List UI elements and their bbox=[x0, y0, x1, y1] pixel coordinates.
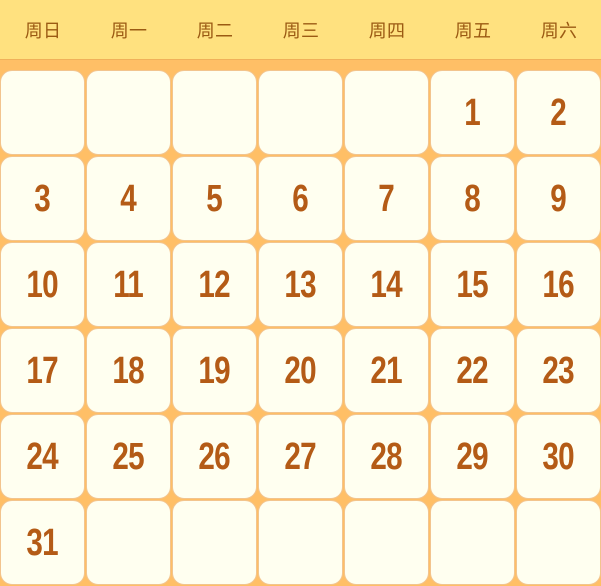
day-cell[interactable]: 24 bbox=[0, 414, 85, 499]
day-number: 23 bbox=[542, 349, 575, 392]
day-number: 13 bbox=[284, 263, 317, 306]
day-cell[interactable]: 3 bbox=[0, 156, 85, 241]
day-cell[interactable]: 28 bbox=[344, 414, 429, 499]
day-cell[interactable]: 26 bbox=[172, 414, 257, 499]
day-cell[interactable]: 11 bbox=[86, 242, 171, 327]
day-number: 17 bbox=[26, 349, 59, 392]
day-cell-empty[interactable] bbox=[344, 70, 429, 155]
day-cell[interactable]: 29 bbox=[430, 414, 515, 499]
day-cell[interactable]: 14 bbox=[344, 242, 429, 327]
day-number: 28 bbox=[370, 435, 403, 478]
day-cell[interactable]: 23 bbox=[516, 328, 601, 413]
day-number: 22 bbox=[456, 349, 489, 392]
weekday-sunday: 周日 bbox=[24, 20, 62, 42]
day-cell[interactable]: 19 bbox=[172, 328, 257, 413]
day-cell-empty[interactable] bbox=[258, 500, 343, 585]
day-number: 8 bbox=[464, 177, 481, 220]
day-cell[interactable]: 1 bbox=[430, 70, 515, 155]
day-cell-empty[interactable] bbox=[516, 500, 601, 585]
day-cell[interactable]: 6 bbox=[258, 156, 343, 241]
day-number: 14 bbox=[370, 263, 403, 306]
date-grid: 1 2 3 4 5 6 7 8 9 10 11 12 13 14 15 16 1… bbox=[0, 70, 601, 586]
weekday-header: 周日 周一 周二 周三 周四 周五 周六 bbox=[0, 0, 601, 60]
weekday-monday: 周一 bbox=[110, 20, 148, 42]
day-number: 6 bbox=[292, 177, 309, 220]
day-cell-empty[interactable] bbox=[344, 500, 429, 585]
day-number: 3 bbox=[34, 177, 51, 220]
day-cell[interactable]: 2 bbox=[516, 70, 601, 155]
day-cell-empty[interactable] bbox=[86, 500, 171, 585]
day-number: 12 bbox=[198, 263, 231, 306]
day-cell[interactable]: 27 bbox=[258, 414, 343, 499]
weekday-wednesday: 周三 bbox=[282, 20, 320, 42]
day-cell-empty[interactable] bbox=[172, 70, 257, 155]
day-cell[interactable]: 16 bbox=[516, 242, 601, 327]
day-number: 2 bbox=[550, 91, 567, 134]
day-number: 7 bbox=[378, 177, 395, 220]
weekday-saturday: 周六 bbox=[540, 20, 578, 42]
day-number: 31 bbox=[26, 521, 59, 564]
weekday-friday: 周五 bbox=[454, 20, 492, 42]
day-cell[interactable]: 8 bbox=[430, 156, 515, 241]
day-number: 24 bbox=[26, 435, 59, 478]
day-cell[interactable]: 4 bbox=[86, 156, 171, 241]
day-number: 9 bbox=[550, 177, 567, 220]
day-cell[interactable]: 7 bbox=[344, 156, 429, 241]
day-cell[interactable]: 10 bbox=[0, 242, 85, 327]
day-cell[interactable]: 5 bbox=[172, 156, 257, 241]
day-number: 27 bbox=[284, 435, 317, 478]
day-number: 1 bbox=[464, 91, 481, 134]
day-number: 15 bbox=[456, 263, 489, 306]
day-cell[interactable]: 31 bbox=[0, 500, 85, 585]
day-cell-empty[interactable] bbox=[0, 70, 85, 155]
day-cell[interactable]: 25 bbox=[86, 414, 171, 499]
day-number: 18 bbox=[112, 349, 145, 392]
day-cell[interactable]: 17 bbox=[0, 328, 85, 413]
day-cell[interactable]: 9 bbox=[516, 156, 601, 241]
day-cell[interactable]: 30 bbox=[516, 414, 601, 499]
day-cell-empty[interactable] bbox=[258, 70, 343, 155]
day-number: 5 bbox=[206, 177, 223, 220]
day-cell[interactable]: 22 bbox=[430, 328, 515, 413]
day-number: 4 bbox=[120, 177, 137, 220]
day-cell-empty[interactable] bbox=[86, 70, 171, 155]
day-cell[interactable]: 20 bbox=[258, 328, 343, 413]
day-cell[interactable]: 21 bbox=[344, 328, 429, 413]
weekday-thursday: 周四 bbox=[368, 20, 406, 42]
day-number: 20 bbox=[284, 349, 317, 392]
day-number: 30 bbox=[542, 435, 575, 478]
day-cell[interactable]: 15 bbox=[430, 242, 515, 327]
day-cell-empty[interactable] bbox=[430, 500, 515, 585]
day-number: 26 bbox=[198, 435, 231, 478]
day-cell-empty[interactable] bbox=[172, 500, 257, 585]
day-number: 16 bbox=[542, 263, 575, 306]
day-cell[interactable]: 13 bbox=[258, 242, 343, 327]
day-number: 29 bbox=[456, 435, 489, 478]
day-cell[interactable]: 18 bbox=[86, 328, 171, 413]
weekday-tuesday: 周二 bbox=[196, 20, 234, 42]
day-number: 21 bbox=[370, 349, 403, 392]
day-number: 11 bbox=[113, 263, 145, 306]
day-number: 25 bbox=[112, 435, 145, 478]
day-number: 10 bbox=[26, 263, 59, 306]
day-cell[interactable]: 12 bbox=[172, 242, 257, 327]
calendar: 周日 周一 周二 周三 周四 周五 周六 1 2 3 4 5 6 7 8 9 1… bbox=[0, 0, 601, 586]
day-number: 19 bbox=[198, 349, 231, 392]
